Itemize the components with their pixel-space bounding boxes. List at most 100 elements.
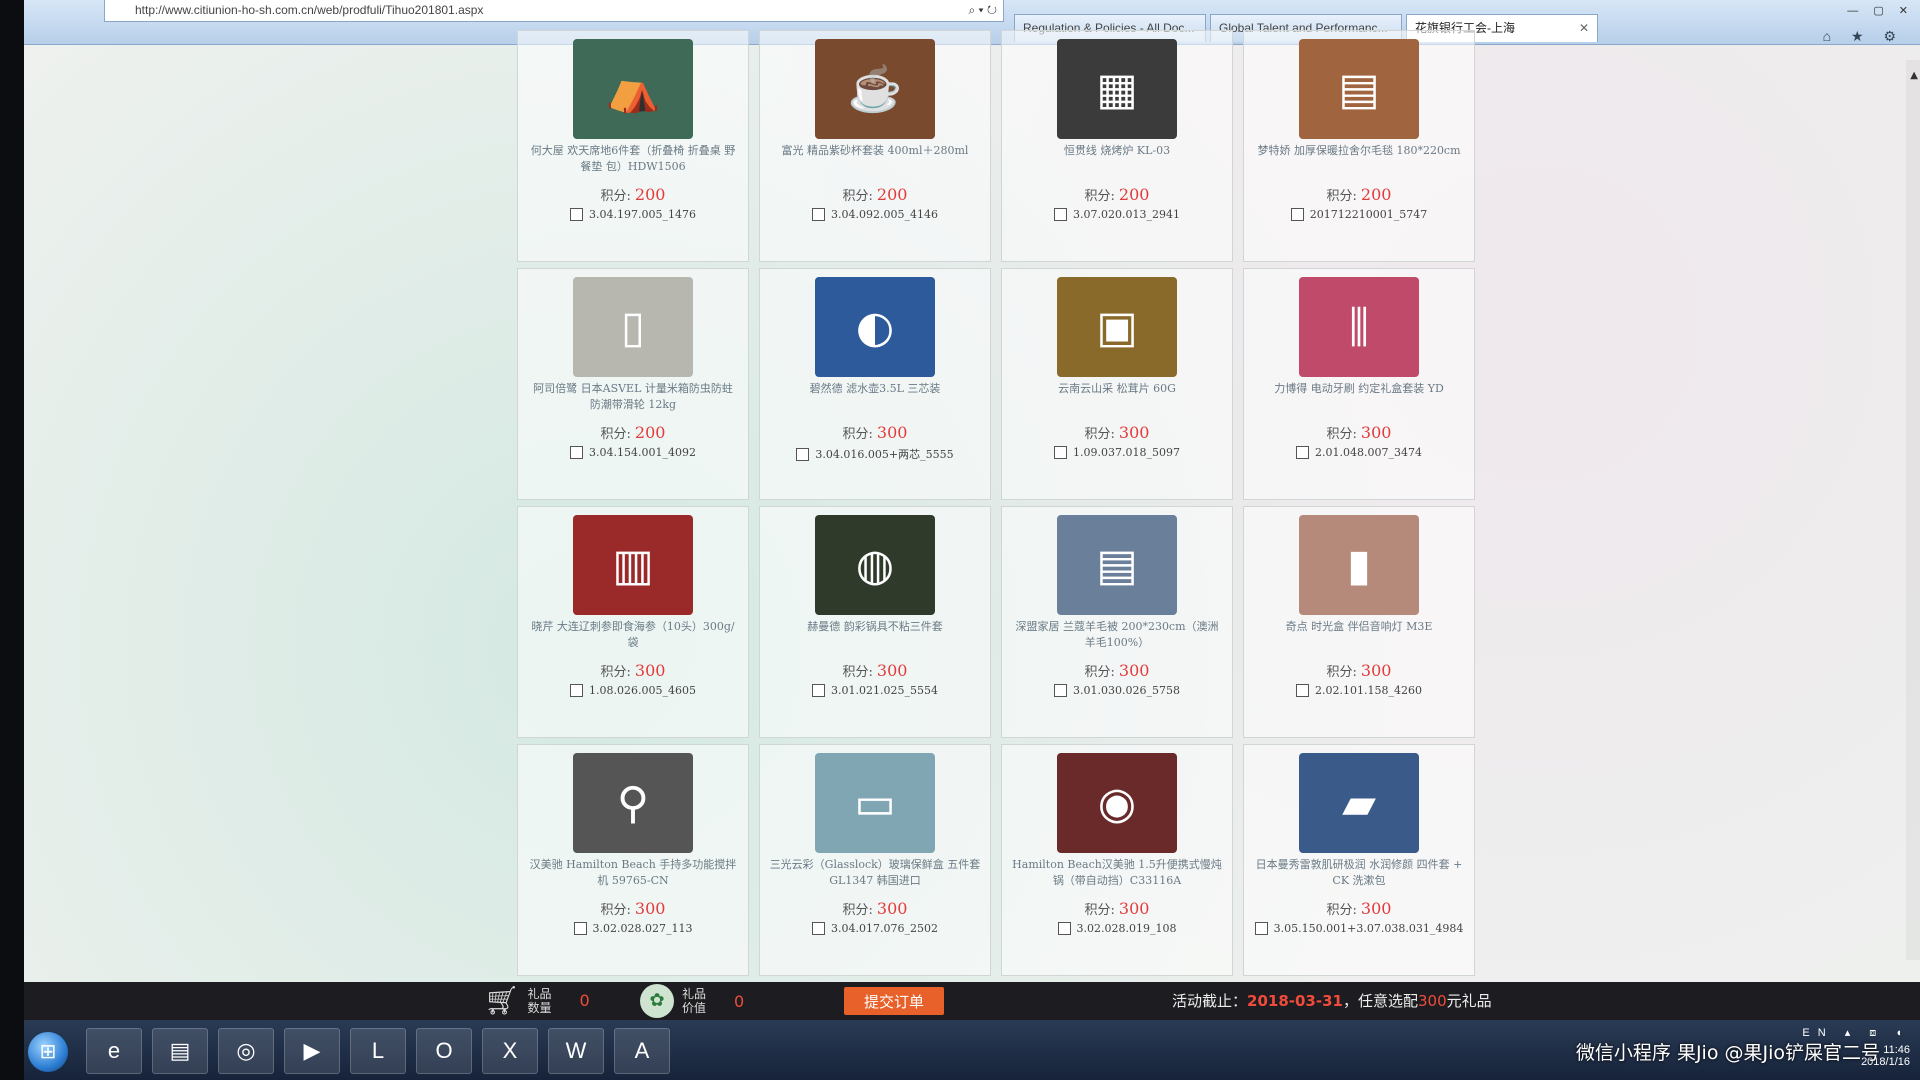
product-image[interactable]: ▦ bbox=[1057, 39, 1177, 139]
select-checkbox[interactable] bbox=[796, 447, 810, 461]
taskbar-apps: e ▤ ◎ ▶ L O X W A bbox=[86, 1028, 670, 1074]
select-checkbox[interactable] bbox=[570, 208, 583, 221]
product-image[interactable]: ▣ bbox=[1057, 277, 1177, 377]
product-name[interactable]: 奇点 时光盒 伴侣音响灯 M3E bbox=[1244, 619, 1474, 653]
product-image[interactable]: ☕ bbox=[815, 39, 935, 139]
product-image[interactable]: ⛺ bbox=[573, 39, 693, 139]
product-name[interactable]: 日本曼秀雷敦肌研极润 水润修颜 四件套 + CK 洗漱包 bbox=[1244, 857, 1474, 891]
product-points: 积分: 300 bbox=[1244, 899, 1474, 918]
product-points: 积分: 300 bbox=[760, 899, 990, 918]
product-card: ⛺ 何大屋 欢天席地6件套（折叠椅 折叠桌 野餐垫 包）HDW1506 积分: 200… bbox=[517, 30, 749, 262]
search-refresh-icons[interactable]: ⌕ ▾ ↻ bbox=[968, 0, 997, 20]
product-name[interactable]: 富光 精品紫砂杯套装 400ml＋280ml bbox=[760, 143, 990, 177]
product-name[interactable]: 晓芹 大连辽刺参即食海参（10头）300g/袋 bbox=[518, 619, 748, 653]
product-name[interactable]: 恒贯线 烧烤炉 KL-03 bbox=[1002, 143, 1232, 177]
points-value: 300 bbox=[876, 661, 908, 680]
product-name[interactable]: 赫曼德 韵彩锅具不粘三件套 bbox=[760, 619, 990, 653]
product-points: 积分: 200 bbox=[518, 185, 748, 204]
product-select-row: 3.04.154.001_4092 bbox=[518, 446, 748, 459]
product-points: 积分: 300 bbox=[760, 423, 990, 442]
product-name[interactable]: 力博得 电动牙刷 约定礼盒套装 YD bbox=[1244, 381, 1474, 415]
product-code: 3.04.154.001_4092 bbox=[589, 446, 696, 459]
page-scrollbar[interactable] bbox=[1906, 60, 1920, 960]
product-points: 积分: 300 bbox=[1002, 899, 1232, 918]
select-checkbox[interactable] bbox=[1296, 684, 1309, 697]
submit-order-button[interactable]: 提交订单 bbox=[844, 987, 944, 1015]
product-name[interactable]: 深盟家居 兰蔻羊毛被 200*230cm（澳洲羊毛100%） bbox=[1002, 619, 1232, 653]
product-image[interactable]: ⫼ bbox=[1299, 277, 1419, 377]
product-select-row: 3.04.197.005_1476 bbox=[518, 208, 748, 221]
close-tab-icon[interactable]: ✕ bbox=[1579, 15, 1589, 41]
product-image[interactable]: ⚲ bbox=[573, 753, 693, 853]
word-icon[interactable]: W bbox=[548, 1028, 604, 1074]
points-value: 300 bbox=[876, 423, 908, 442]
ie-icon[interactable]: e bbox=[86, 1028, 142, 1074]
product-card: ☕ 富光 精品紫砂杯套装 400ml＋280ml 积分: 200 3.04.092.00… bbox=[759, 30, 991, 262]
points-label: 积分: bbox=[842, 903, 873, 918]
product-code: 2.01.048.007_3474 bbox=[1315, 446, 1422, 459]
product-select-row: 3.04.016.005+两芯_5555 bbox=[760, 446, 990, 462]
excel-icon[interactable]: X bbox=[482, 1028, 538, 1074]
select-checkbox[interactable] bbox=[812, 208, 825, 221]
select-checkbox[interactable] bbox=[1057, 922, 1071, 935]
acrobat-icon[interactable]: A bbox=[614, 1028, 670, 1074]
product-image[interactable]: ▭ bbox=[815, 753, 935, 853]
product-code: 3.04.016.005+两芯_5555 bbox=[815, 448, 954, 461]
select-checkbox[interactable] bbox=[812, 922, 825, 935]
select-checkbox[interactable] bbox=[1054, 446, 1067, 459]
select-checkbox[interactable] bbox=[1290, 208, 1304, 221]
product-image[interactable]: ▯ bbox=[573, 277, 693, 377]
points-value: 200 bbox=[876, 185, 908, 204]
scroll-up-icon[interactable]: ▲ bbox=[1910, 70, 1918, 81]
select-checkbox[interactable] bbox=[1054, 208, 1067, 221]
product-image[interactable]: ▮ bbox=[1299, 515, 1419, 615]
url-text: http://www.citiunion-ho-sh.com.cn/web/pr… bbox=[135, 3, 484, 17]
product-select-row: 3.01.030.026_5758 bbox=[1002, 684, 1232, 697]
deadline-mid: ，任意选配 bbox=[1342, 992, 1418, 1010]
product-code: 3.04.197.005_1476 bbox=[589, 208, 696, 221]
media-player-icon[interactable]: ▶ bbox=[284, 1028, 340, 1074]
points-value: 300 bbox=[1118, 899, 1150, 918]
start-button[interactable]: ⊞ bbox=[28, 1032, 68, 1072]
product-card: ▣ 云南云山采 松茸片 60G 积分: 300 1.09.037.018_5097 bbox=[1001, 268, 1233, 500]
lync-icon[interactable]: L bbox=[350, 1028, 406, 1074]
product-image[interactable]: ▰ bbox=[1299, 753, 1419, 853]
product-image[interactable]: ◉ bbox=[1057, 753, 1177, 853]
select-checkbox[interactable] bbox=[570, 684, 583, 697]
explorer-icon[interactable]: ▤ bbox=[152, 1028, 208, 1074]
select-checkbox[interactable] bbox=[1054, 684, 1067, 697]
select-checkbox[interactable] bbox=[1296, 446, 1309, 459]
chrome-icon[interactable]: ◎ bbox=[218, 1028, 274, 1074]
product-image[interactable]: ◍ bbox=[815, 515, 935, 615]
address-bar[interactable]: http://www.citiunion-ho-sh.com.cn/web/pr… bbox=[104, 0, 1004, 22]
points-value: 200 bbox=[634, 423, 666, 442]
product-name[interactable]: 云南云山采 松茸片 60G bbox=[1002, 381, 1232, 415]
product-image[interactable]: ▥ bbox=[573, 515, 693, 615]
select-checkbox[interactable] bbox=[1254, 922, 1268, 935]
product-image[interactable]: ▤ bbox=[1299, 39, 1419, 139]
product-points: 积分: 300 bbox=[760, 661, 990, 680]
select-checkbox[interactable] bbox=[570, 446, 583, 459]
product-name[interactable]: 汉美驰 Hamilton Beach 手持多功能搅拌机 59765-CN bbox=[518, 857, 748, 891]
product-name[interactable]: 阿司倍鹭 日本ASVEL 计量米箱防虫防蛀 防潮带滑轮 12kg bbox=[518, 381, 748, 415]
points-label: 积分: bbox=[842, 427, 873, 442]
select-checkbox[interactable] bbox=[573, 922, 587, 935]
product-name[interactable]: 梦特娇 加厚保暖拉舍尔毛毯 180*220cm bbox=[1244, 143, 1474, 177]
product-name[interactable]: 何大屋 欢天席地6件套（折叠椅 折叠桌 野餐垫 包）HDW1506 bbox=[518, 143, 748, 177]
product-name[interactable]: 碧然德 滤水壶3.5L 三芯装 bbox=[760, 381, 990, 415]
points-value: 300 bbox=[634, 899, 666, 918]
product-code: 1.08.026.005_4605 bbox=[589, 684, 696, 697]
product-image[interactable]: ◐ bbox=[815, 277, 935, 377]
monitor-screen: http://www.citiunion-ho-sh.com.cn/web/pr… bbox=[24, 0, 1920, 1080]
points-label: 积分: bbox=[1326, 427, 1357, 442]
browser-toolbar-icons[interactable]: ⌂ ★ ⚙ bbox=[1823, 28, 1904, 45]
product-image[interactable]: ▤ bbox=[1057, 515, 1177, 615]
product-name[interactable]: 三光云彩（Glasslock）玻璃保鲜盒 五件套 GL1347 韩国进口 bbox=[760, 857, 990, 891]
outlook-icon[interactable]: O bbox=[416, 1028, 472, 1074]
product-name[interactable]: Hamilton Beach汉美驰 1.5升便携式慢炖锅（带自动挡）C33116… bbox=[1002, 857, 1232, 891]
product-code: 1.09.037.018_5097 bbox=[1073, 446, 1180, 459]
points-label: 积分: bbox=[600, 903, 631, 918]
window-controls[interactable]: — ▢ ✕ bbox=[1847, 4, 1914, 17]
product-card: ▰ 日本曼秀雷敦肌研极润 水润修颜 四件套 + CK 洗漱包 积分: 300 3.05.… bbox=[1243, 744, 1475, 976]
select-checkbox[interactable] bbox=[812, 684, 825, 697]
